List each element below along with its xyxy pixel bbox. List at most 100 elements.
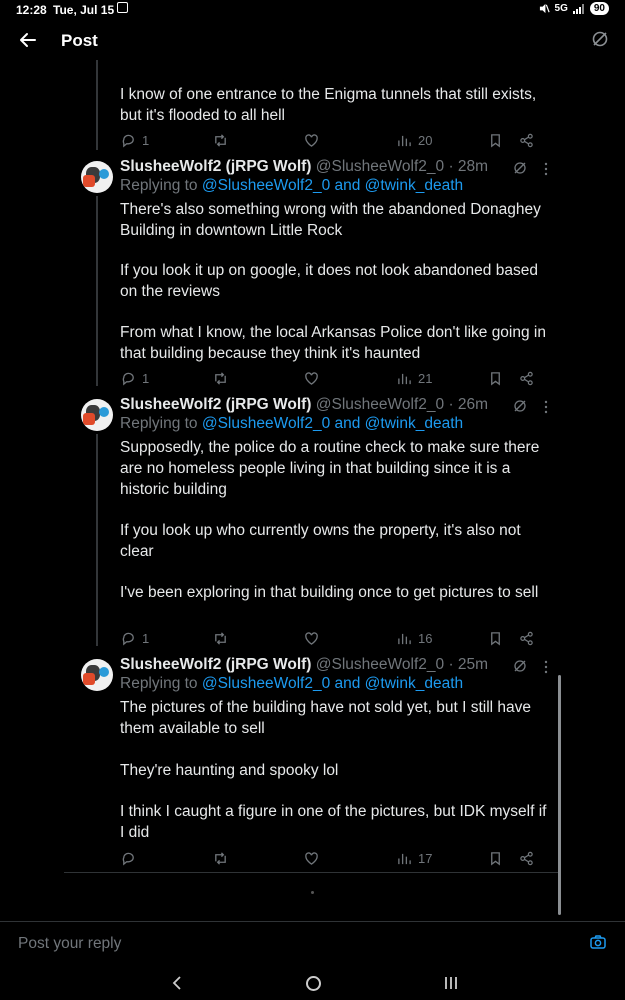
tweet-text: I know of one entrance to the Enigma tun… <box>120 86 537 124</box>
like-button[interactable] <box>304 369 319 387</box>
replying-to: Replying to @SlusheeWolf2_0 and @twink_d… <box>120 177 463 195</box>
like-button[interactable] <box>304 131 319 149</box>
page-title: Post <box>61 31 98 50</box>
tweet-time: · 28m <box>448 158 489 175</box>
tweet-actions: 1 20 <box>0 131 625 151</box>
camera-icon[interactable] <box>590 935 606 949</box>
retweet-icon <box>215 851 226 865</box>
views-count: 17 <box>418 850 433 866</box>
grok-icon[interactable] <box>513 659 527 673</box>
signal-icon <box>572 3 584 14</box>
bookmark-icon <box>491 371 500 385</box>
tweet-paragraph: If you look up who currently owns the pr… <box>120 522 521 560</box>
author-handle[interactable]: @SlusheeWolf2_0 <box>316 396 444 413</box>
tweet-actions: 1 16 <box>0 629 625 649</box>
like-button[interactable] <box>304 849 319 867</box>
app-header: Post <box>0 22 625 60</box>
grok-icon[interactable] <box>513 161 527 175</box>
system-nav-bar <box>0 962 625 1000</box>
reply-button[interactable] <box>121 849 142 867</box>
more-icon[interactable] <box>541 400 551 414</box>
reply-button[interactable]: 1 <box>121 629 149 647</box>
bookmark-button[interactable] <box>488 369 503 387</box>
author-name[interactable]: SlusheeWolf2 (jRPG Wolf) <box>120 656 311 673</box>
reply-count: 1 <box>142 370 150 386</box>
replying-mentions[interactable]: @SlusheeWolf2_0 and @twink_death <box>202 177 463 194</box>
divider <box>64 872 558 873</box>
reply-button[interactable]: 1 <box>121 369 149 387</box>
nav-back-icon[interactable] <box>172 976 182 990</box>
share-button[interactable] <box>519 131 534 149</box>
tweet-paragraph: I've been exploring in that building onc… <box>120 584 539 601</box>
views-button[interactable]: 16 <box>397 629 432 647</box>
refresh-icon[interactable] <box>591 30 609 48</box>
like-button[interactable] <box>304 629 319 647</box>
retweet-button[interactable] <box>213 131 228 149</box>
views-count: 16 <box>418 630 433 646</box>
author-handle[interactable]: @SlusheeWolf2_0 <box>316 158 444 175</box>
share-icon <box>520 133 533 147</box>
avatar[interactable] <box>81 161 113 193</box>
tweet-time: · 26m <box>448 396 489 413</box>
screen-record-icon <box>117 2 128 13</box>
avatar[interactable] <box>81 659 113 691</box>
tweet-author: SlusheeWolf2 (jRPG Wolf) @SlusheeWolf2_0… <box>120 158 488 176</box>
reply-count: 1 <box>142 132 150 148</box>
retweet-button[interactable] <box>213 849 228 867</box>
more-icon[interactable] <box>541 660 551 674</box>
views-icon <box>398 373 411 384</box>
author-name[interactable]: SlusheeWolf2 (jRPG Wolf) <box>120 158 311 175</box>
bookmark-icon <box>491 851 500 865</box>
nav-recents-icon[interactable] <box>444 977 458 989</box>
battery-level: 90 <box>589 2 609 15</box>
views-icon <box>398 135 411 146</box>
retweet-icon <box>215 371 226 385</box>
thread-line <box>96 434 98 646</box>
like-icon <box>305 133 318 147</box>
tweet-paragraph: If you look it up on google, it does not… <box>120 262 538 300</box>
share-button[interactable] <box>519 369 534 387</box>
views-button[interactable]: 21 <box>397 369 432 387</box>
back-arrow-icon[interactable] <box>18 30 38 50</box>
tweet-time: · 25m <box>448 656 489 673</box>
share-icon <box>520 371 533 385</box>
tweet-author: SlusheeWolf2 (jRPG Wolf) @SlusheeWolf2_0… <box>120 656 488 674</box>
nav-home-icon[interactable] <box>306 976 321 991</box>
more-icon[interactable] <box>541 162 551 176</box>
reply-bar: Post your reply <box>0 921 625 959</box>
thread-line <box>96 196 98 386</box>
bookmark-icon <box>491 133 500 147</box>
tweet-paragraph: Supposedly, the police do a routine chec… <box>120 439 540 498</box>
share-button[interactable] <box>519 849 534 867</box>
loading-dot <box>311 891 314 894</box>
avatar[interactable] <box>81 399 113 431</box>
bookmark-button[interactable] <box>488 629 503 647</box>
views-button[interactable]: 20 <box>397 131 432 149</box>
author-handle[interactable]: @SlusheeWolf2_0 <box>316 656 444 673</box>
replying-mentions[interactable]: @SlusheeWolf2_0 and @twink_death <box>202 675 463 692</box>
reply-icon <box>122 134 134 148</box>
grok-icon[interactable] <box>513 399 527 413</box>
scrollbar[interactable] <box>558 675 561 915</box>
status-bar: 12:28 Tue, Jul 15 5G 90 <box>0 0 625 20</box>
replying-prefix: Replying to <box>120 177 202 194</box>
bookmark-button[interactable] <box>488 131 503 149</box>
replying-mentions[interactable]: @SlusheeWolf2_0 and @twink_death <box>202 415 463 432</box>
tweet-paragraph: They're haunting and spooky lol <box>120 762 339 779</box>
bookmark-button[interactable] <box>488 849 503 867</box>
retweet-button[interactable] <box>213 369 228 387</box>
tweet-actions: 1 21 <box>0 369 625 389</box>
reply-button[interactable]: 1 <box>121 131 149 149</box>
views-count: 21 <box>418 370 433 386</box>
like-icon <box>305 851 318 865</box>
views-count: 20 <box>418 132 433 148</box>
author-name[interactable]: SlusheeWolf2 (jRPG Wolf) <box>120 396 311 413</box>
reply-icon <box>122 852 134 866</box>
tweet-author: SlusheeWolf2 (jRPG Wolf) @SlusheeWolf2_0… <box>120 396 488 414</box>
tweet-paragraph: The pictures of the building have not so… <box>120 699 531 737</box>
retweet-button[interactable] <box>213 629 228 647</box>
reply-input[interactable]: Post your reply <box>18 935 121 953</box>
share-button[interactable] <box>519 629 534 647</box>
mute-icon <box>539 3 550 14</box>
views-button[interactable]: 17 <box>397 849 432 867</box>
